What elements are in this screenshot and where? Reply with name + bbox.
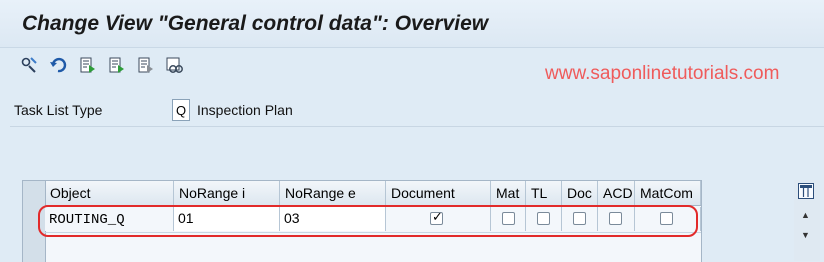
column-header-document[interactable]: Document: [386, 181, 491, 205]
column-header-mat[interactable]: Mat: [491, 181, 526, 205]
table-settings-icon[interactable]: [798, 183, 814, 199]
task-list-type-value: Q: [172, 99, 190, 121]
column-header-object[interactable]: Object: [45, 181, 174, 205]
column-header-acd[interactable]: ACD: [598, 181, 635, 205]
copy-as-icon[interactable]: [105, 54, 127, 76]
undo-icon[interactable]: [47, 54, 69, 76]
scroll-down-icon[interactable]: ▼: [801, 230, 810, 240]
column-header-tl[interactable]: TL: [526, 181, 562, 205]
watermark-text: www.saponlinetutorials.com: [545, 63, 780, 84]
task-list-type-description: Inspection Plan: [197, 102, 293, 118]
select-all-icon[interactable]: [163, 54, 185, 76]
column-header-matcom[interactable]: MatCom: [635, 181, 701, 205]
column-header-norange-i[interactable]: NoRange i: [174, 181, 280, 205]
highlight-annotation: [38, 205, 698, 237]
section-divider: [10, 126, 824, 127]
application-toolbar: [18, 54, 185, 78]
delete-icon[interactable]: [134, 54, 156, 76]
task-list-type-label: Task List Type: [14, 102, 103, 118]
new-entries-icon[interactable]: [76, 54, 98, 76]
scroll-up-icon[interactable]: ▲: [801, 210, 810, 220]
column-header-norange-e[interactable]: NoRange e: [280, 181, 386, 205]
display-change-icon[interactable]: [18, 54, 40, 76]
table-scroll-panel: ▲ ▼: [794, 180, 820, 261]
page-title: Change View "General control data": Over…: [22, 12, 489, 35]
column-header-doc[interactable]: Doc: [562, 181, 598, 205]
title-bar: Change View "General control data": Over…: [0, 0, 824, 48]
